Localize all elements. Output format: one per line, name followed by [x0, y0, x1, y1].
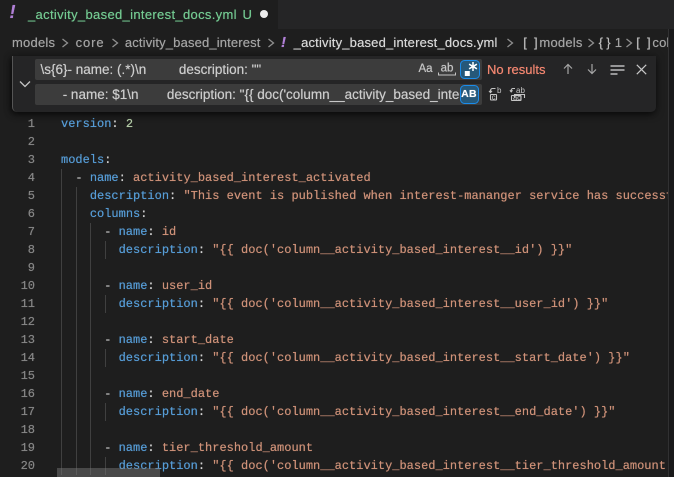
svg-text:ab: ab: [441, 63, 454, 75]
svg-text:c: c: [491, 92, 495, 101]
svg-text:ac: ac: [513, 93, 521, 102]
svg-text:b: b: [497, 86, 502, 95]
